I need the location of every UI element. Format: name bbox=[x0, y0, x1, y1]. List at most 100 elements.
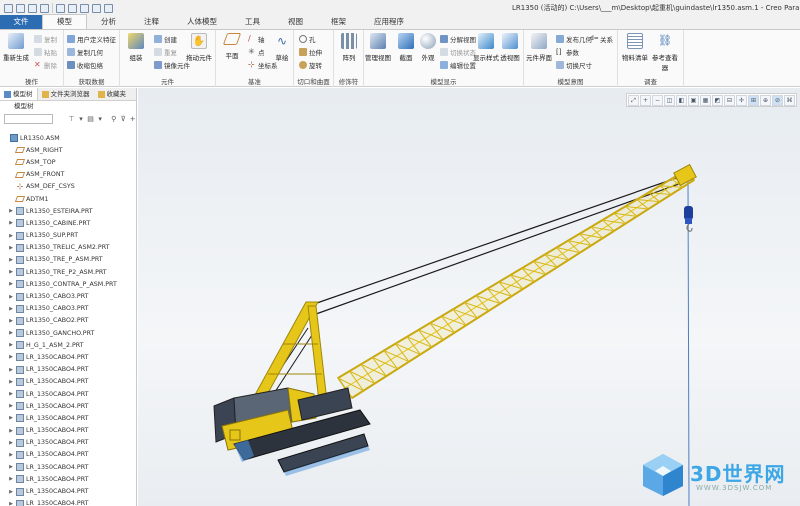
bom-button[interactable]: 物料清单 bbox=[621, 33, 649, 62]
tree-item[interactable]: ASM_FRONT bbox=[0, 169, 136, 181]
delete-button[interactable]: ✕ 删除 bbox=[34, 60, 57, 71]
tree-item[interactable]: ▶ LR1350_CABO3.PRT bbox=[0, 303, 136, 315]
add-icon[interactable]: + bbox=[129, 115, 136, 123]
extrude-button[interactable]: 拉伸 bbox=[299, 47, 322, 57]
tree-item[interactable]: ▶ LR1350_TRELIC_ASM2.PRT bbox=[0, 242, 136, 254]
expand-arrow-icon[interactable]: ▶ bbox=[8, 294, 14, 300]
pattern-button[interactable]: 阵列 bbox=[335, 33, 363, 62]
reference-viewer-button[interactable]: ⛓ 参考查看器 bbox=[651, 33, 679, 72]
relations-button[interactable]: d= 关系 bbox=[590, 34, 613, 44]
tree-item[interactable]: ▶ LR_1350CABO4.PRT bbox=[0, 351, 136, 363]
exploded-view-button[interactable]: 分解视图 bbox=[440, 34, 476, 44]
tab-analysis[interactable]: 分析 bbox=[87, 15, 130, 29]
drag-components-button[interactable]: ✋ 拖动元件 bbox=[184, 33, 214, 62]
find-icon[interactable]: ⚲ bbox=[110, 115, 117, 123]
expand-arrow-icon[interactable]: ▶ bbox=[8, 501, 14, 506]
tab-annotate[interactable]: 注释 bbox=[130, 15, 173, 29]
customize-icon[interactable] bbox=[104, 3, 113, 13]
expand-arrow-icon[interactable]: ▶ bbox=[8, 257, 14, 263]
perspective-view-button[interactable]: 透视图 bbox=[496, 33, 524, 62]
tab-applications[interactable]: 应用程序 bbox=[360, 15, 418, 29]
parameters-button[interactable]: [] 参数 bbox=[556, 47, 579, 57]
toggle-status-button[interactable]: 切换状态 bbox=[440, 47, 476, 57]
tree-item[interactable]: ▶ LR1350_TRE_P_ASM.PRT bbox=[0, 254, 136, 266]
tab-favorites[interactable]: 收藏夹 bbox=[94, 88, 131, 100]
datum-plane-button[interactable]: 平面 bbox=[218, 33, 246, 60]
expand-arrow-icon[interactable]: ▶ bbox=[8, 318, 14, 324]
tree-item[interactable]: ▶ LR1350_TRE_P2_ASM.PRT bbox=[0, 266, 136, 278]
expand-arrow-icon[interactable]: ▶ bbox=[8, 428, 14, 434]
tree-item[interactable]: ▶ LR_1350CABO4.PRT bbox=[0, 400, 136, 412]
tree-item[interactable]: ▶ LR1350_CABINE.PRT bbox=[0, 217, 136, 229]
tree-item[interactable]: ▶ LR_1350CABO4.PRT bbox=[0, 412, 136, 424]
graphics-viewport[interactable]: ⤢ + − ◫ ◧ ▣ ▦ ◩ ⊟ ✢ ⊞ ⊕ ⊘ ⌘ 3D世界网 WWW.3D… bbox=[138, 88, 800, 506]
edit-position-button[interactable]: 编辑位置 bbox=[440, 60, 476, 70]
revolve-button[interactable]: 旋转 bbox=[299, 60, 322, 70]
tree-search-input[interactable] bbox=[4, 113, 54, 124]
tab-model[interactable]: 模型 bbox=[42, 14, 87, 29]
tree-item[interactable]: ▶ LR1350_SUP.PRT bbox=[0, 230, 136, 242]
shrinkwrap-button[interactable]: 收缩包络 bbox=[67, 60, 103, 70]
tab-folder-browser[interactable]: 文件夹浏览器 bbox=[38, 88, 94, 100]
expand-arrow-icon[interactable]: ▶ bbox=[8, 342, 14, 348]
expand-arrow-icon[interactable]: ▶ bbox=[8, 233, 14, 239]
chevron-down-icon[interactable]: ▾ bbox=[97, 115, 104, 123]
expand-arrow-icon[interactable]: ▶ bbox=[8, 379, 14, 385]
tree-item[interactable]: ASM_RIGHT bbox=[0, 144, 136, 156]
repeat-button[interactable]: 重复 bbox=[154, 47, 177, 57]
tree-item[interactable]: ▶ LR_1350CABO4.PRT bbox=[0, 473, 136, 485]
tree-item[interactable]: ▶ H_G_1_ASM_2.PRT bbox=[0, 339, 136, 351]
regenerate-button[interactable]: 重新生成 bbox=[2, 33, 30, 62]
tab-view[interactable]: 视图 bbox=[274, 15, 317, 29]
expand-arrow-icon[interactable]: ▶ bbox=[8, 403, 14, 409]
expand-arrow-icon[interactable]: ▶ bbox=[8, 208, 14, 214]
expand-arrow-icon[interactable]: ▶ bbox=[8, 452, 14, 458]
datum-axis-button[interactable]: / 轴 bbox=[248, 34, 265, 45]
tree-item[interactable]: ASM_TOP bbox=[0, 156, 136, 168]
expand-arrow-icon[interactable]: ▶ bbox=[8, 367, 14, 373]
create-button[interactable]: 创建 bbox=[154, 34, 177, 44]
tree-item[interactable]: ▶ LR_1350CABO4.PRT bbox=[0, 449, 136, 461]
regenerate-icon[interactable] bbox=[80, 3, 89, 13]
appearance-button[interactable]: 外观 bbox=[414, 33, 442, 62]
copy-button[interactable]: 复制 bbox=[34, 34, 57, 44]
publish-geometry-button[interactable]: 发布几何 bbox=[556, 34, 592, 44]
tree-item[interactable]: ▶ LR_1350CABO4.PRT bbox=[0, 425, 136, 437]
component-interface-button[interactable]: 元件界面 bbox=[525, 33, 553, 62]
print-icon[interactable] bbox=[40, 3, 49, 13]
tab-file[interactable]: 文件 bbox=[0, 15, 42, 29]
expand-arrow-icon[interactable]: ▶ bbox=[8, 330, 14, 336]
open-icon[interactable] bbox=[16, 3, 25, 13]
tree-item[interactable]: ▶ LR_1350CABO4.PRT bbox=[0, 437, 136, 449]
tree-settings-icon[interactable]: ⊤ bbox=[68, 115, 75, 123]
assemble-button[interactable]: 组装 bbox=[122, 33, 150, 62]
tree-item[interactable]: ▶ LR_1350CABO4.PRT bbox=[0, 364, 136, 376]
tree-item[interactable]: ▶ LR_1350CABO4.PRT bbox=[0, 485, 136, 497]
tree-item[interactable]: ▶ LR_1350CABO4.PRT bbox=[0, 376, 136, 388]
datum-point-button[interactable]: ✳ 点 bbox=[248, 47, 265, 58]
chevron-down-icon[interactable]: ▾ bbox=[78, 115, 85, 123]
tab-framework[interactable]: 框架 bbox=[317, 15, 360, 29]
sketch-button[interactable]: ∿ 草绘 bbox=[272, 33, 292, 62]
expand-arrow-icon[interactable]: ▶ bbox=[8, 391, 14, 397]
new-icon[interactable] bbox=[4, 3, 13, 13]
redo-icon[interactable] bbox=[68, 3, 77, 13]
expand-arrow-icon[interactable]: ▶ bbox=[8, 440, 14, 446]
tree-item[interactable]: ▶ LR1350_CONTRA_P_ASM.PRT bbox=[0, 278, 136, 290]
udf-button[interactable]: 用户定义特征 bbox=[67, 34, 116, 44]
tab-manikin[interactable]: 人体模型 bbox=[173, 15, 231, 29]
save-icon[interactable] bbox=[28, 3, 37, 13]
expand-arrow-icon[interactable]: ▶ bbox=[8, 220, 14, 226]
tree-item[interactable]: ▶ LR_1350CABO4.PRT bbox=[0, 498, 136, 506]
tree-item[interactable]: ▶ LR1350_ESTEIRA.PRT bbox=[0, 205, 136, 217]
tab-model-tree[interactable]: 模型树 bbox=[0, 88, 38, 100]
filter-icon[interactable]: ⊽ bbox=[120, 115, 127, 123]
tree-columns-icon[interactable]: ▤ bbox=[87, 115, 94, 123]
expand-arrow-icon[interactable]: ▶ bbox=[8, 476, 14, 482]
expand-arrow-icon[interactable]: ▶ bbox=[8, 489, 14, 495]
switch-dimensions-button[interactable]: 切换尺寸 bbox=[556, 60, 592, 70]
tree-item[interactable]: ▶ LR_1350CABO4.PRT bbox=[0, 388, 136, 400]
copy-geometry-button[interactable]: 复制几何 bbox=[67, 47, 103, 57]
expand-arrow-icon[interactable]: ▶ bbox=[8, 464, 14, 470]
windows-icon[interactable] bbox=[92, 3, 101, 13]
